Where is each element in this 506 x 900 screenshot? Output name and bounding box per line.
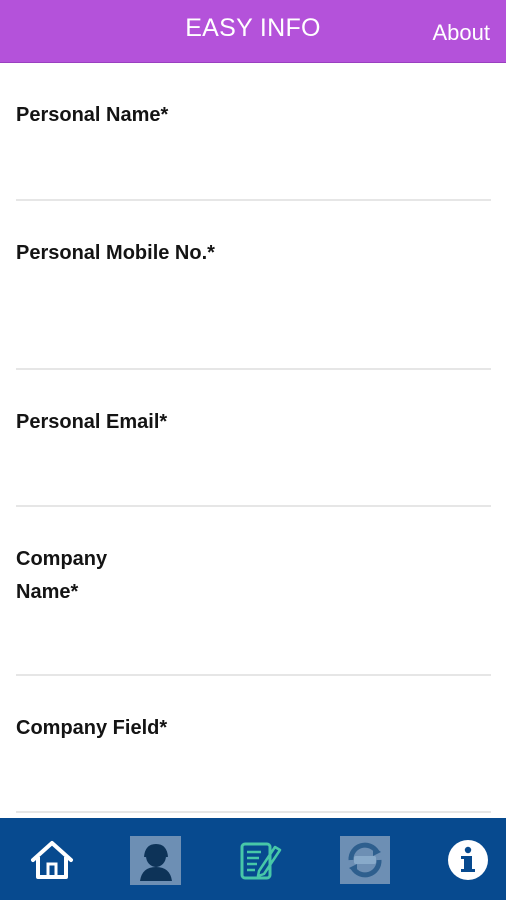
tab-refresh[interactable] [340,836,390,884]
tab-info[interactable] [442,834,494,886]
home-icon [31,841,73,879]
refresh-badge-icon [348,842,382,878]
person-icon [139,843,172,881]
personal-email-input[interactable] [16,459,491,501]
personal-name-label: Personal Name* [16,104,169,126]
company-name-field[interactable]: Company Name* [16,507,491,676]
company-field-label: Company Field* [16,717,168,739]
personal-mobile-field[interactable]: Personal Mobile No.* [16,201,491,370]
app-title: EASY INFO [185,14,321,42]
personal-email-field[interactable]: Personal Email* [16,370,491,507]
personal-email-label: Personal Email* [16,411,168,433]
info-icon [448,840,488,880]
tab-form[interactable] [234,834,286,886]
company-name-input[interactable] [16,628,491,670]
info-form: Personal Name* Personal Mobile No.* Pers… [0,63,506,818]
personal-mobile-input[interactable] [16,322,491,364]
personal-name-input[interactable] [16,153,491,195]
company-name-label: Company Name* [16,548,108,603]
personal-name-field[interactable]: Personal Name* [16,63,491,201]
bottom-tab-bar [0,818,506,900]
edit-note-icon [240,842,282,880]
header-bar: EASY INFO About [0,0,506,63]
personal-mobile-label: Personal Mobile No.* [16,242,215,264]
tab-profile[interactable] [130,836,181,885]
about-button[interactable]: About [433,20,491,46]
company-field-field[interactable]: Company Field* [16,676,491,813]
tab-home[interactable] [26,834,78,886]
app-window: EASY INFO About Personal Name* Personal … [0,0,506,900]
company-field-input[interactable] [16,765,491,807]
